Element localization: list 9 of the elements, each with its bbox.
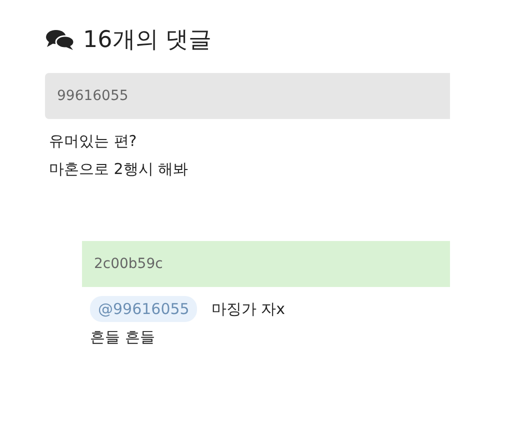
comment-text: 마징가 자x <box>211 299 286 320</box>
comment-text: 유머있는 편? <box>49 131 137 152</box>
mention-tag[interactable]: @99616055 <box>90 296 198 322</box>
comment-text: 흔들 흔들 <box>90 327 155 348</box>
author-name: 2c00b59c <box>94 256 163 272</box>
comments-title: 16개의 댓글 <box>83 26 212 55</box>
author-name: 99616055 <box>57 88 128 104</box>
comment-text: 마혼으로 2행시 해봐 <box>49 159 188 180</box>
chat-bubbles-icon <box>45 28 75 50</box>
